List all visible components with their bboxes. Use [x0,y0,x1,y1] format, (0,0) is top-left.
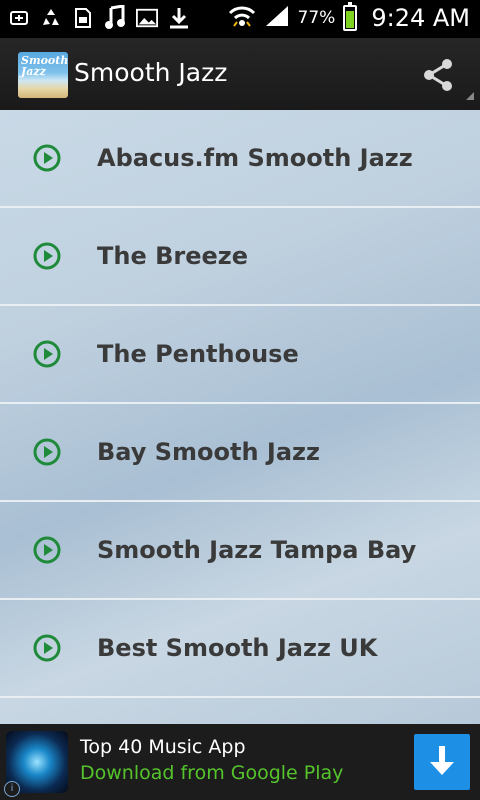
ad-title[interactable]: Top 40 Music App [80,736,246,758]
play-icon [33,536,61,564]
station-label: Abacus.fm Smooth Jazz [97,144,413,172]
ad-subtitle[interactable]: Download from Google Play [80,762,343,784]
station-label: The Penthouse [97,340,299,368]
station-row[interactable]: Smooth Jazz Tampa Bay [0,502,480,600]
ad-banner[interactable]: i Top 40 Music App Download from Google … [0,724,480,800]
clock: 9:24 AM [371,4,470,32]
app-title: Smooth Jazz [74,58,228,87]
station-list: Abacus.fm Smooth Jazz The Breeze The Pen… [0,110,480,724]
app-logo[interactable]: Smooth Jazz [18,52,68,98]
share-icon [424,59,452,91]
sd-card-icon [72,6,94,30]
play-icon [33,634,61,662]
play-icon [33,438,61,466]
battery-icon [343,2,358,31]
download-icon [168,6,190,30]
status-indicators: 77% 9:24 AM [228,2,470,32]
station-label: Best Smooth Jazz UK [97,634,378,662]
station-label: Bay Smooth Jazz [97,438,320,466]
station-row[interactable]: The Penthouse [0,306,480,404]
action-bar: Smooth Jazz Smooth Jazz [0,38,480,112]
status-bar: 77% 9:24 AM [0,0,480,38]
play-icon [33,340,61,368]
ad-download-button[interactable] [414,734,470,790]
station-row[interactable]: Best Smooth Jazz UK [0,600,480,698]
music-note-icon [104,5,126,30]
recycle-icon [40,6,62,30]
station-row[interactable]: Bay Smooth Jazz [0,404,480,502]
notification-icons [8,5,190,30]
app-logo-text: Smooth Jazz [21,54,68,78]
battery-percent: 77% [297,8,336,28]
station-label: The Breeze [97,242,249,270]
signal-icon [264,4,290,32]
play-icon [33,144,61,172]
ad-app-icon[interactable]: i [4,731,68,797]
overflow-corner-indicator [466,92,474,100]
image-icon [136,6,158,30]
share-button[interactable] [420,56,458,94]
play-icon [33,242,61,270]
wifi-icon [228,4,256,32]
station-row[interactable]: Abacus.fm Smooth Jazz [0,110,480,208]
station-row[interactable]: The Breeze [0,208,480,306]
download-arrow-icon [430,746,454,775]
station-label: Smooth Jazz Tampa Bay [97,536,417,564]
usb-debug-icon [8,6,30,30]
info-icon[interactable]: i [4,781,20,797]
